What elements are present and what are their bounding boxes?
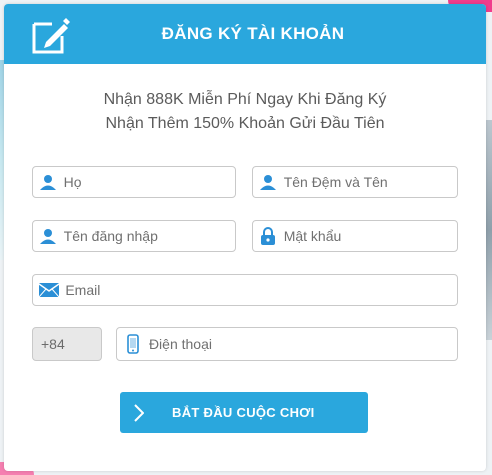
username-input[interactable] <box>63 228 235 244</box>
username-field[interactable] <box>32 220 236 252</box>
phone-field[interactable] <box>116 327 458 361</box>
email-input[interactable] <box>65 282 457 298</box>
form-title: ĐĂNG KÝ TÀI KHOẢN <box>161 24 345 43</box>
phone-input[interactable] <box>148 336 457 352</box>
password-input[interactable] <box>283 228 457 244</box>
promo-line-2: Nhận Thêm 150% Khoản Gửi Đầu Tiên <box>105 115 385 132</box>
registration-form-card: ĐĂNG KÝ TÀI KHOẢN Nhận 888K Miễn Phí Nga… <box>4 4 486 471</box>
edit-icon <box>30 16 70 56</box>
full-name-input[interactable] <box>283 174 457 190</box>
chevron-right-icon <box>134 403 152 422</box>
full-name-field[interactable] <box>252 166 458 198</box>
email-field[interactable] <box>32 274 458 306</box>
mobile-phone-icon <box>123 333 143 355</box>
envelope-icon <box>39 279 60 301</box>
promo-line-1: Nhận 888K Miễn Phí Ngay Khi Đăng Ký <box>103 91 387 108</box>
password-field[interactable] <box>252 220 458 252</box>
start-playing-label: BẮT ĐẦU CUỘC CHƠI <box>172 405 315 420</box>
start-playing-button[interactable]: BẮT ĐẦU CUỘC CHƠI <box>120 392 368 433</box>
last-name-input[interactable] <box>63 174 235 190</box>
user-icon <box>39 171 58 193</box>
promo-text: Nhận 888K Miễn Phí Ngay Khi Đăng Ký Nhận… <box>4 88 486 136</box>
form-header: ĐĂNG KÝ TÀI KHOẢN <box>4 4 486 64</box>
lock-icon <box>259 225 278 247</box>
user-icon <box>39 225 58 247</box>
last-name-field[interactable] <box>32 166 236 198</box>
country-code: +84 <box>32 327 102 361</box>
user-icon <box>259 171 278 193</box>
